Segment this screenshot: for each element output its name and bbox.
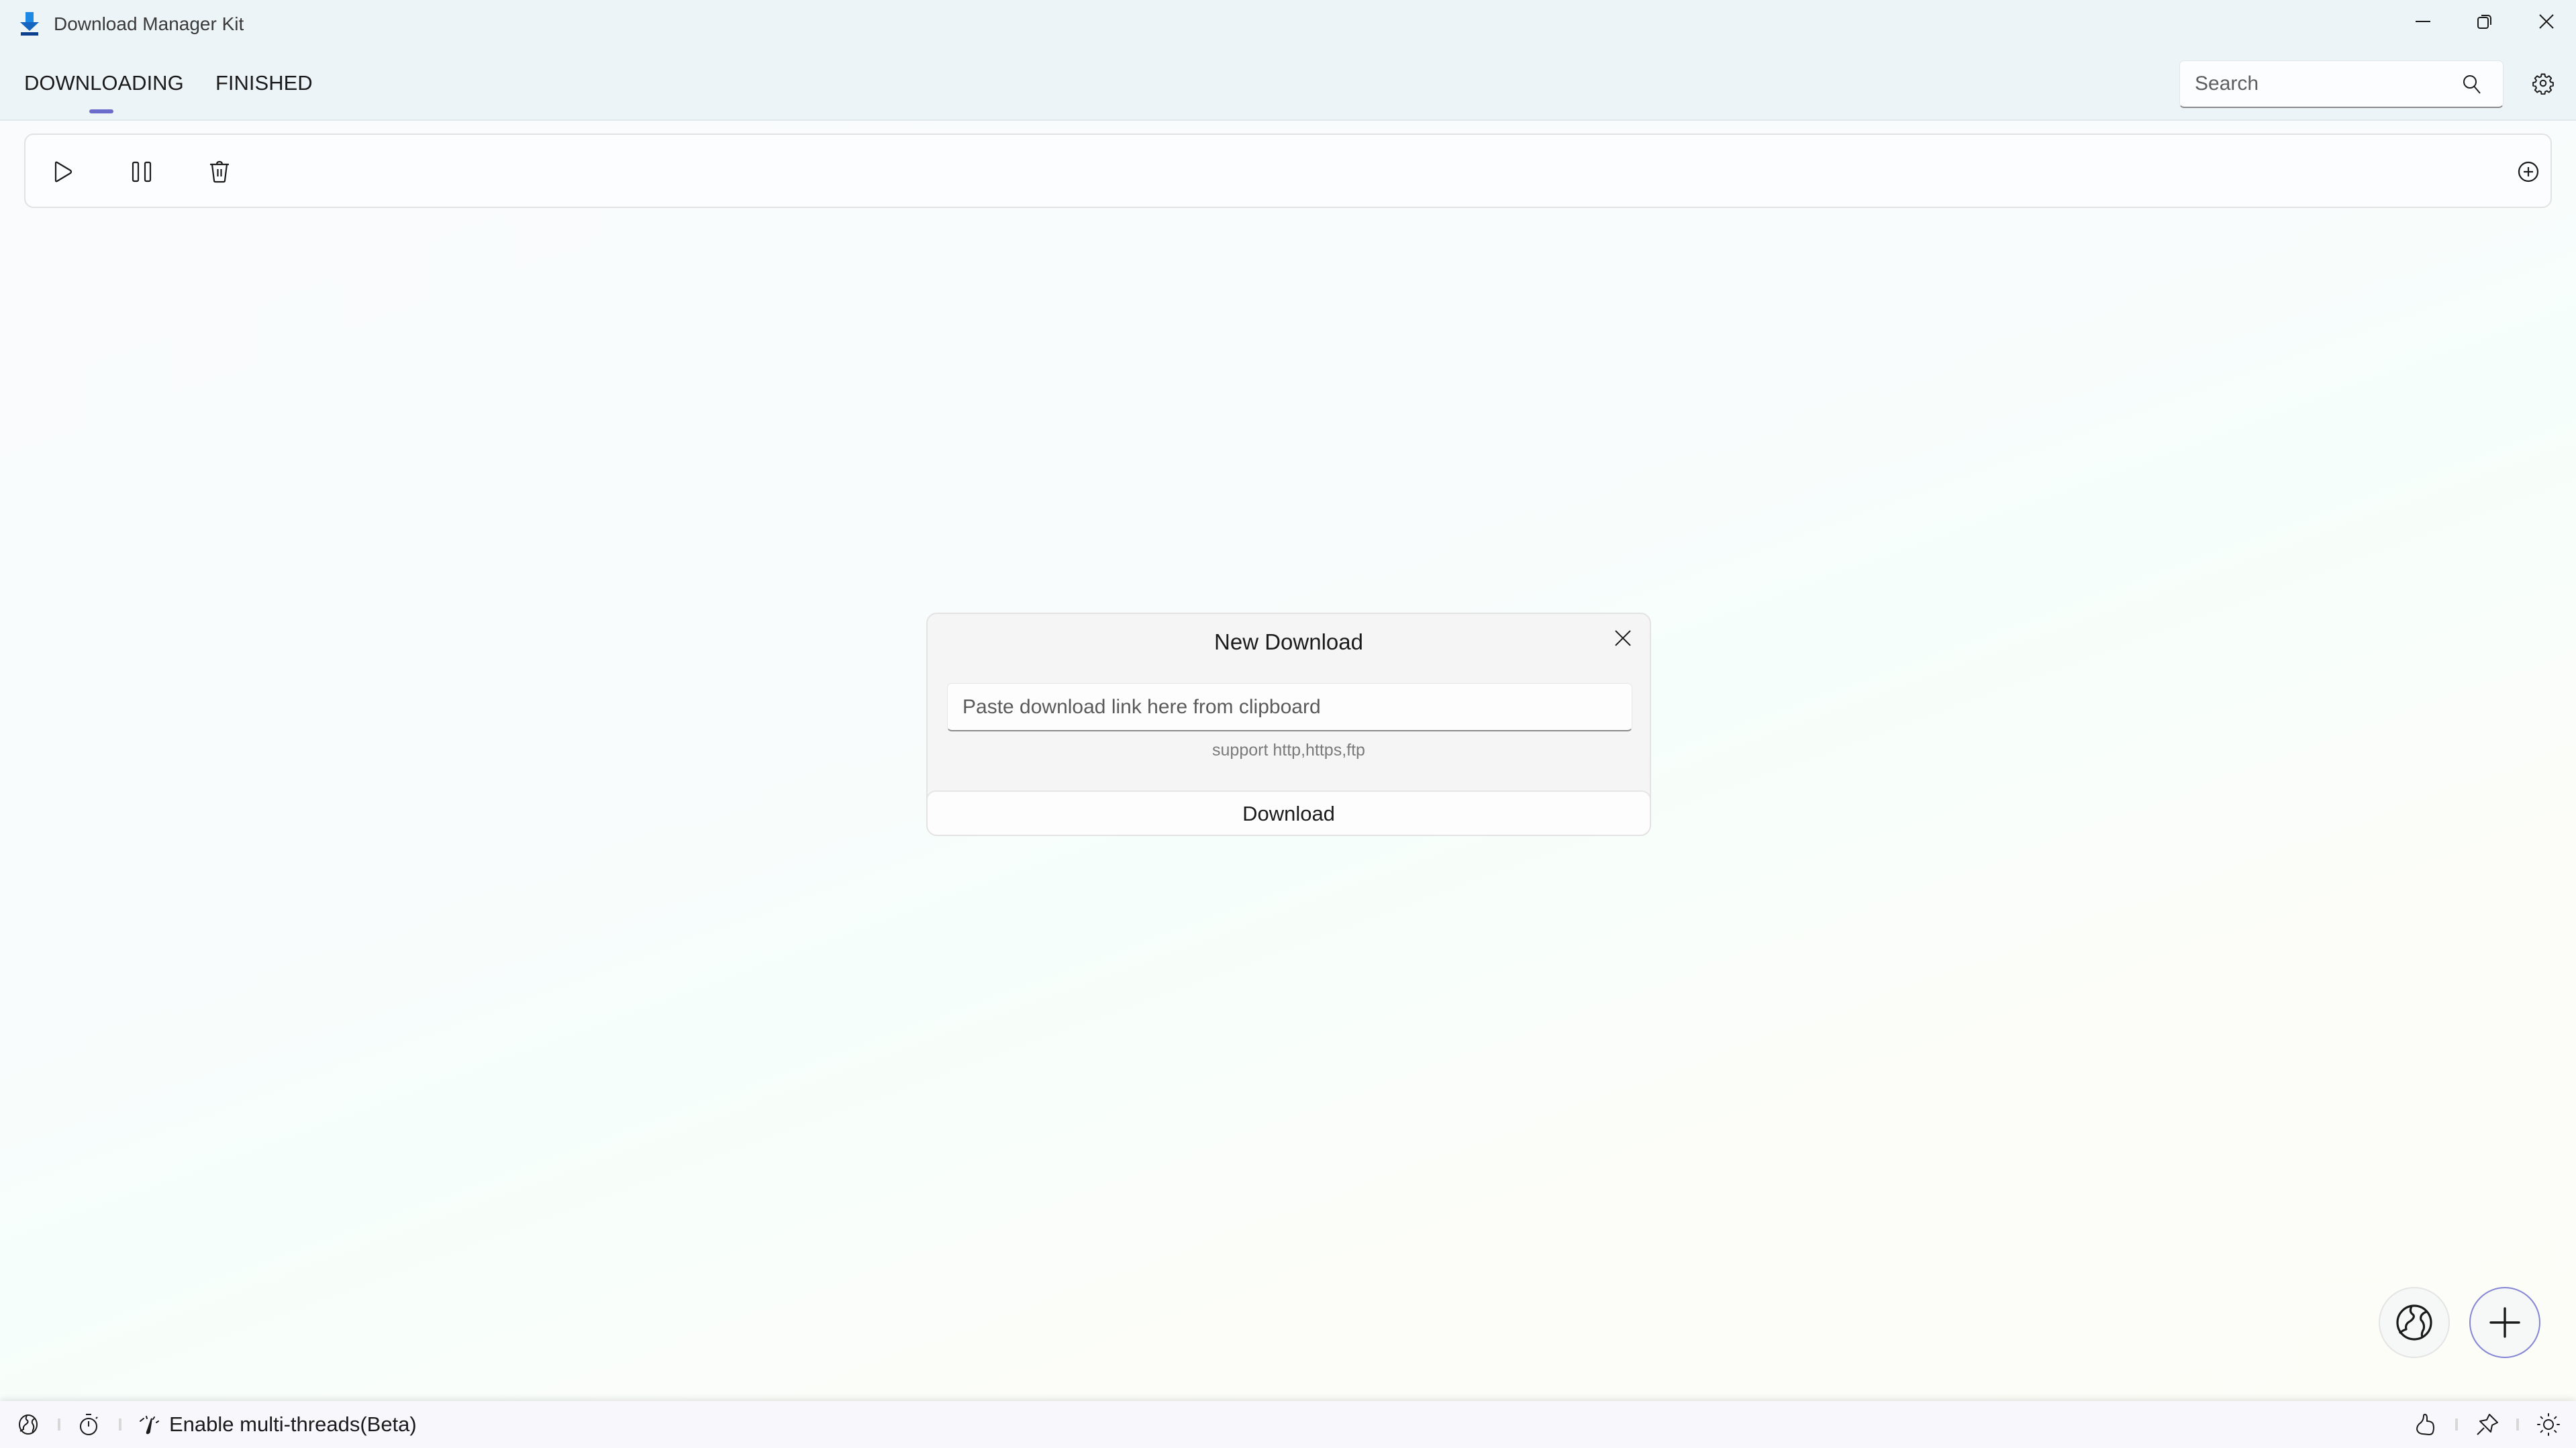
- download-button[interactable]: Download: [928, 790, 1650, 835]
- new-download-dialog: New Download support http,https,ftp Down…: [926, 613, 1651, 836]
- timer-button[interactable]: [78, 1413, 101, 1436]
- start-button[interactable]: [46, 155, 80, 189]
- window-title: Download Manager Kit: [54, 13, 244, 34]
- status-bar: Enable multi-threads(Beta): [0, 1401, 2576, 1448]
- play-icon: [54, 161, 72, 183]
- speedometer-icon: [138, 1414, 161, 1435]
- url-input-box: [947, 683, 1632, 731]
- multithread-toggle-icon-button[interactable]: [138, 1413, 161, 1436]
- globe-icon: [2395, 1304, 2433, 1341]
- add-button[interactable]: [2469, 1287, 2540, 1358]
- globe-icon: [18, 1414, 38, 1435]
- status-divider: [119, 1418, 121, 1431]
- browser-button[interactable]: [2379, 1287, 2450, 1358]
- trash-icon: [209, 160, 230, 183]
- close-window-button[interactable]: [2526, 7, 2567, 36]
- plus-icon: [2489, 1307, 2520, 1338]
- tab-finished[interactable]: FINISHED: [215, 70, 313, 97]
- download-arrow-icon: [19, 12, 40, 36]
- restore-button[interactable]: [2465, 7, 2505, 36]
- supported-protocols-hint: support http,https,ftp: [1212, 741, 1365, 760]
- sun-icon: [2537, 1413, 2560, 1436]
- dialog-title: New Download: [1214, 629, 1363, 654]
- search-input[interactable]: [2180, 61, 2462, 107]
- url-input[interactable]: [948, 684, 1632, 730]
- delete-button[interactable]: [203, 155, 236, 189]
- minimize-button[interactable]: [2403, 7, 2443, 36]
- pause-icon: [132, 161, 152, 183]
- multithread-toggle[interactable]: Enable multi-threads(Beta): [169, 1410, 417, 1439]
- search-icon[interactable]: [2463, 74, 2481, 95]
- status-divider: [2455, 1418, 2458, 1431]
- status-divider: [58, 1418, 60, 1431]
- download-toolbar: [24, 134, 2552, 208]
- dialog-close-button[interactable]: [1608, 623, 1638, 653]
- restore-icon: [2477, 14, 2492, 29]
- add-download-button[interactable]: [2512, 155, 2545, 189]
- settings-button[interactable]: [2528, 68, 2559, 99]
- pin-button[interactable]: [2476, 1413, 2499, 1436]
- gear-icon: [2532, 72, 2555, 95]
- plus-circle-icon: [2518, 161, 2539, 183]
- tab-downloading[interactable]: DOWNLOADING: [24, 70, 184, 97]
- timer-icon: [80, 1413, 99, 1436]
- network-status-button[interactable]: [17, 1413, 40, 1436]
- theme-toggle-button[interactable]: [2537, 1413, 2560, 1436]
- feedback-button[interactable]: [2414, 1413, 2437, 1436]
- active-tab-indicator: [89, 109, 113, 113]
- pin-icon: [2476, 1413, 2499, 1436]
- minimize-icon: [2416, 20, 2430, 23]
- close-icon: [2539, 14, 2554, 29]
- app-header: Download Manager Kit DOWNLOADING FINISHE…: [0, 0, 2576, 121]
- close-icon: [1615, 630, 1631, 646]
- thumbs-up-icon: [2416, 1413, 2436, 1436]
- pause-button[interactable]: [125, 155, 158, 189]
- status-divider: [2516, 1418, 2519, 1431]
- search-box: [2179, 60, 2504, 108]
